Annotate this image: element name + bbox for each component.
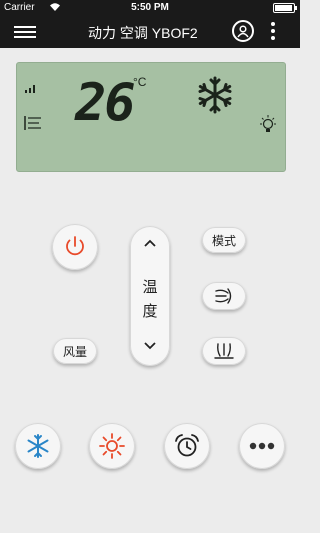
page-title: 动力 空调 YBOF2 [88, 25, 198, 41]
chevron-down-icon [144, 342, 156, 350]
swing-mode-icon [24, 116, 41, 130]
user-profile-icon[interactable] [232, 20, 254, 42]
snowflake-icon [27, 434, 49, 458]
power-icon [66, 236, 84, 256]
horizontal-swing-button[interactable] [202, 282, 246, 310]
clock: 5:50 PM [131, 2, 169, 13]
temperature-label-top: 温 [142, 279, 158, 296]
signal-strength-icon [25, 85, 35, 93]
fan-speed-button[interactable]: 风量 [53, 338, 97, 364]
temperature-label-bottom: 度 [142, 303, 158, 320]
ellipsis-icon [249, 442, 275, 450]
more-functions-button[interactable] [239, 423, 285, 469]
mode-button[interactable]: 模式 [202, 227, 246, 253]
status-bar: Carrier 5:50 PM [0, 0, 300, 16]
nav-bar: 动力 空调 YBOF2 [0, 16, 300, 48]
heat-mode-button[interactable] [89, 423, 135, 469]
vertical-swing-icon [214, 343, 234, 359]
power-button[interactable] [52, 224, 98, 270]
vertical-swing-button[interactable] [202, 337, 246, 365]
battery-icon [273, 3, 297, 13]
cool-mode-button[interactable] [15, 423, 61, 469]
temperature-up-button[interactable] [130, 232, 170, 256]
lcd-unit: °C [133, 75, 147, 89]
cooling-mode-icon [198, 76, 232, 114]
timer-button[interactable] [164, 423, 210, 469]
horizontal-swing-icon [215, 288, 232, 304]
lcd-temperature: 26 [75, 73, 136, 133]
temperature-label: 温 度 [130, 276, 170, 324]
alarm-clock-icon [175, 434, 199, 457]
mode-label: 模式 [211, 233, 236, 248]
chevron-up-icon [144, 239, 156, 247]
fan-speed-label: 风量 [62, 344, 87, 359]
temperature-rocker: 温 度 [130, 226, 170, 366]
hamburger-menu-icon[interactable] [14, 23, 36, 41]
light-bulb-icon [260, 115, 276, 132]
lcd-display: 26 °C [16, 62, 286, 172]
sun-icon [99, 433, 125, 459]
more-options-icon[interactable] [270, 22, 276, 42]
temperature-down-button[interactable] [130, 334, 170, 358]
